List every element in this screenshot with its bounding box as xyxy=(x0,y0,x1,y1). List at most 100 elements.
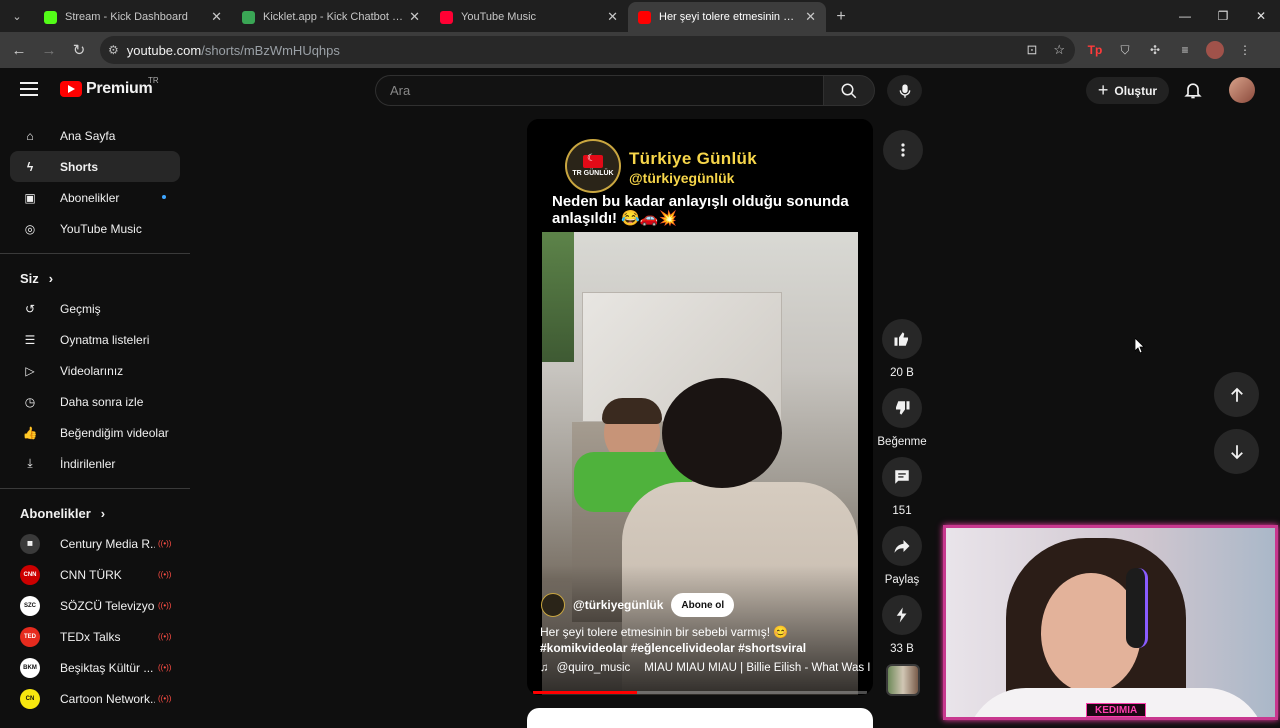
new-tab-button[interactable]: + xyxy=(826,2,856,32)
subscribe-button[interactable]: Abone ol xyxy=(671,593,735,617)
sidebar-item-label: YouTube Music xyxy=(60,221,142,236)
sidebar-item-label: Videolarınız xyxy=(60,363,124,378)
puzzle-extensions-icon[interactable]: ✣ xyxy=(1146,41,1164,59)
hamburger-menu-icon[interactable] xyxy=(20,82,38,96)
search-input[interactable]: Ara xyxy=(375,75,823,106)
music-row[interactable]: ♫ @quiro_music MIAU MIAU MIAU | Billie E… xyxy=(540,662,873,674)
tab-close-icon[interactable]: ✕ xyxy=(409,9,420,25)
progress-bar[interactable] xyxy=(533,691,867,694)
tp-extension-icon[interactable]: Tp xyxy=(1086,41,1104,59)
chevron-right-icon: › xyxy=(48,270,54,286)
subscription-item[interactable]: BKM Beşiktaş Kültür ... ((•)) xyxy=(0,652,190,683)
tab-title: Stream - Kick Dashboard xyxy=(65,11,188,23)
window-controls: — ❐ ✕ xyxy=(1166,0,1280,32)
subscription-avatar: CNN xyxy=(20,564,40,585)
site-info-icon[interactable]: ⚙ xyxy=(108,43,119,57)
sidebar-you-heading[interactable]: Siz › xyxy=(0,263,190,293)
subscription-avatar: CN xyxy=(20,688,40,709)
more-options-button[interactable] xyxy=(883,130,923,170)
close-window-icon[interactable]: ✕ xyxy=(1242,0,1280,32)
minimize-icon[interactable]: — xyxy=(1166,0,1204,32)
sidebar-item-shorts[interactable]: ϟ Shorts xyxy=(10,151,180,182)
turkiye-gunluk-logo: TR GÜNLÜK xyxy=(565,139,621,193)
subscription-avatar: TED xyxy=(20,626,40,647)
youtube-premium-logo[interactable]: Premium TR xyxy=(60,76,159,98)
subscription-item[interactable]: TED TEDx Talks ((•)) xyxy=(0,621,190,652)
sound-thumbnail[interactable] xyxy=(886,664,920,696)
restore-icon[interactable]: ❐ xyxy=(1204,0,1242,32)
sidebar-item-your-videos[interactable]: ▷ Videolarınız xyxy=(10,355,180,386)
music-artist: @quiro_music xyxy=(556,662,631,674)
dislike-button[interactable] xyxy=(882,388,922,428)
liked-videos-icon: 👍 xyxy=(22,425,38,440)
share-action: Paylaş xyxy=(870,526,934,586)
browser-tab[interactable]: YouTube Music ✕ xyxy=(430,2,628,32)
voice-search-button[interactable] xyxy=(887,75,922,106)
comments-action: 151 xyxy=(870,457,934,517)
install-app-icon[interactable]: ⊡ xyxy=(1026,42,1037,58)
remix-count: 33 B xyxy=(890,643,914,655)
browser-tab[interactable]: Her şeyi tolere etmesinin bir sebebi ✕ xyxy=(628,2,826,32)
subscription-item[interactable]: SZC SÖZCÜ Televizyo... ((•)) xyxy=(0,590,190,621)
video-description[interactable]: Her şeyi tolere etmesinin bir sebebi var… xyxy=(540,624,870,656)
sidebar-item-liked-videos[interactable]: 👍 Beğendiğim videolar xyxy=(10,417,180,448)
live-indicator-icon: ((•)) xyxy=(158,694,172,703)
browser-tab[interactable]: Kicklet.app - Kick Chatbot and ✕ xyxy=(232,2,430,32)
overlay-handle: @türkiyegünlük xyxy=(629,170,735,186)
create-button[interactable]: + Oluştur xyxy=(1086,77,1169,104)
sidebar-subscriptions-heading[interactable]: Abonelikler › xyxy=(0,498,190,528)
sidebar-item-history[interactable]: ↺ Geçmiş xyxy=(10,293,180,324)
reload-icon[interactable]: ↻ xyxy=(64,35,94,65)
watch-later-icon: ◷ xyxy=(24,394,36,409)
sidebar-item-playlists[interactable]: ☰ Oynatma listeleri xyxy=(10,324,180,355)
forward-arrow-icon[interactable]: → xyxy=(34,35,64,65)
next-short-button[interactable] xyxy=(1214,429,1259,474)
tab-search-chevron-icon[interactable]: ⌄ xyxy=(0,0,34,32)
short-video-player[interactable]: TR GÜNLÜK Türkiye Günlük @türkiyegünlük … xyxy=(527,119,873,695)
tab-favicon-icon xyxy=(242,10,255,24)
sidebar-item-subscriptions[interactable]: ▣ Abonelikler xyxy=(10,182,180,213)
like-button[interactable] xyxy=(882,319,922,359)
subscription-item[interactable]: ▦ Century Media R... ((•)) xyxy=(0,528,190,559)
subscription-item[interactable]: CN Cartoon Network... ((•)) xyxy=(0,683,190,714)
you-heading-label: Siz xyxy=(20,270,39,286)
channel-avatar[interactable] xyxy=(541,593,565,617)
profile-avatar-icon[interactable] xyxy=(1206,41,1224,59)
shield-extension-icon[interactable]: ⛉ xyxy=(1116,41,1134,59)
sidebar-you-section: ↺ Geçmiş ☰ Oynatma listeleri ▷ Videolarınız ◷ D… xyxy=(0,293,190,479)
search-button[interactable] xyxy=(823,75,875,106)
description-hashtags[interactable]: #komikvideolar #eğlencelivideolar #short… xyxy=(540,641,806,655)
next-short-preview[interactable] xyxy=(527,708,873,728)
browser-tab[interactable]: Stream - Kick Dashboard ✕ xyxy=(34,2,232,32)
account-avatar[interactable] xyxy=(1229,77,1255,103)
sidebar-item-watch-later[interactable]: ◷ Daha sonra izle xyxy=(10,386,180,417)
live-indicator-icon: ((•)) xyxy=(158,570,172,579)
subscription-name: Century Media R... xyxy=(60,536,155,551)
live-indicator-icon: ((•)) xyxy=(158,601,172,610)
media-controls-icon[interactable]: ≡ xyxy=(1176,41,1194,59)
chrome-menu-icon[interactable]: ⋮ xyxy=(1236,41,1254,59)
back-arrow-icon[interactable]: ← xyxy=(4,35,34,65)
tab-close-icon[interactable]: ✕ xyxy=(211,9,222,25)
tab-close-icon[interactable]: ✕ xyxy=(805,9,816,25)
sidebar: ⌂ Ana Sayfa ϟ Shorts ▣ Abonelikler ◎ YouTube Mu… xyxy=(0,120,190,714)
tab-favicon-icon xyxy=(440,10,453,24)
notifications-bell-icon[interactable] xyxy=(1183,80,1203,100)
sidebar-item-youtube-music[interactable]: ◎ YouTube Music xyxy=(10,213,180,244)
subscription-item[interactable]: CNN CNN TÜRK ((•)) xyxy=(0,559,190,590)
tab-close-icon[interactable]: ✕ xyxy=(607,9,618,25)
comments-button[interactable] xyxy=(882,457,922,497)
tab-title: Her şeyi tolere etmesinin bir sebebi xyxy=(659,11,799,23)
sidebar-item-home[interactable]: ⌂ Ana Sayfa xyxy=(10,120,180,151)
sidebar-item-downloads[interactable]: ⤓ İndirilenler xyxy=(10,448,180,479)
channel-name[interactable]: @türkiyegünlük xyxy=(573,598,663,612)
country-code: TR xyxy=(148,76,159,85)
address-bar[interactable]: ⚙ youtube.com/shorts/mBzWmHUqhps ⊡ ☆ xyxy=(100,36,1075,64)
plant-graphic xyxy=(542,232,574,362)
remix-button[interactable] xyxy=(882,595,922,635)
bookmark-star-icon[interactable]: ☆ xyxy=(1053,42,1065,58)
share-button[interactable] xyxy=(882,526,922,566)
sidebar-main-section: ⌂ Ana Sayfa ϟ Shorts ▣ Abonelikler ◎ YouTube Mu… xyxy=(0,120,190,244)
previous-short-button[interactable] xyxy=(1214,372,1259,417)
brand-label: Premium xyxy=(86,80,153,97)
